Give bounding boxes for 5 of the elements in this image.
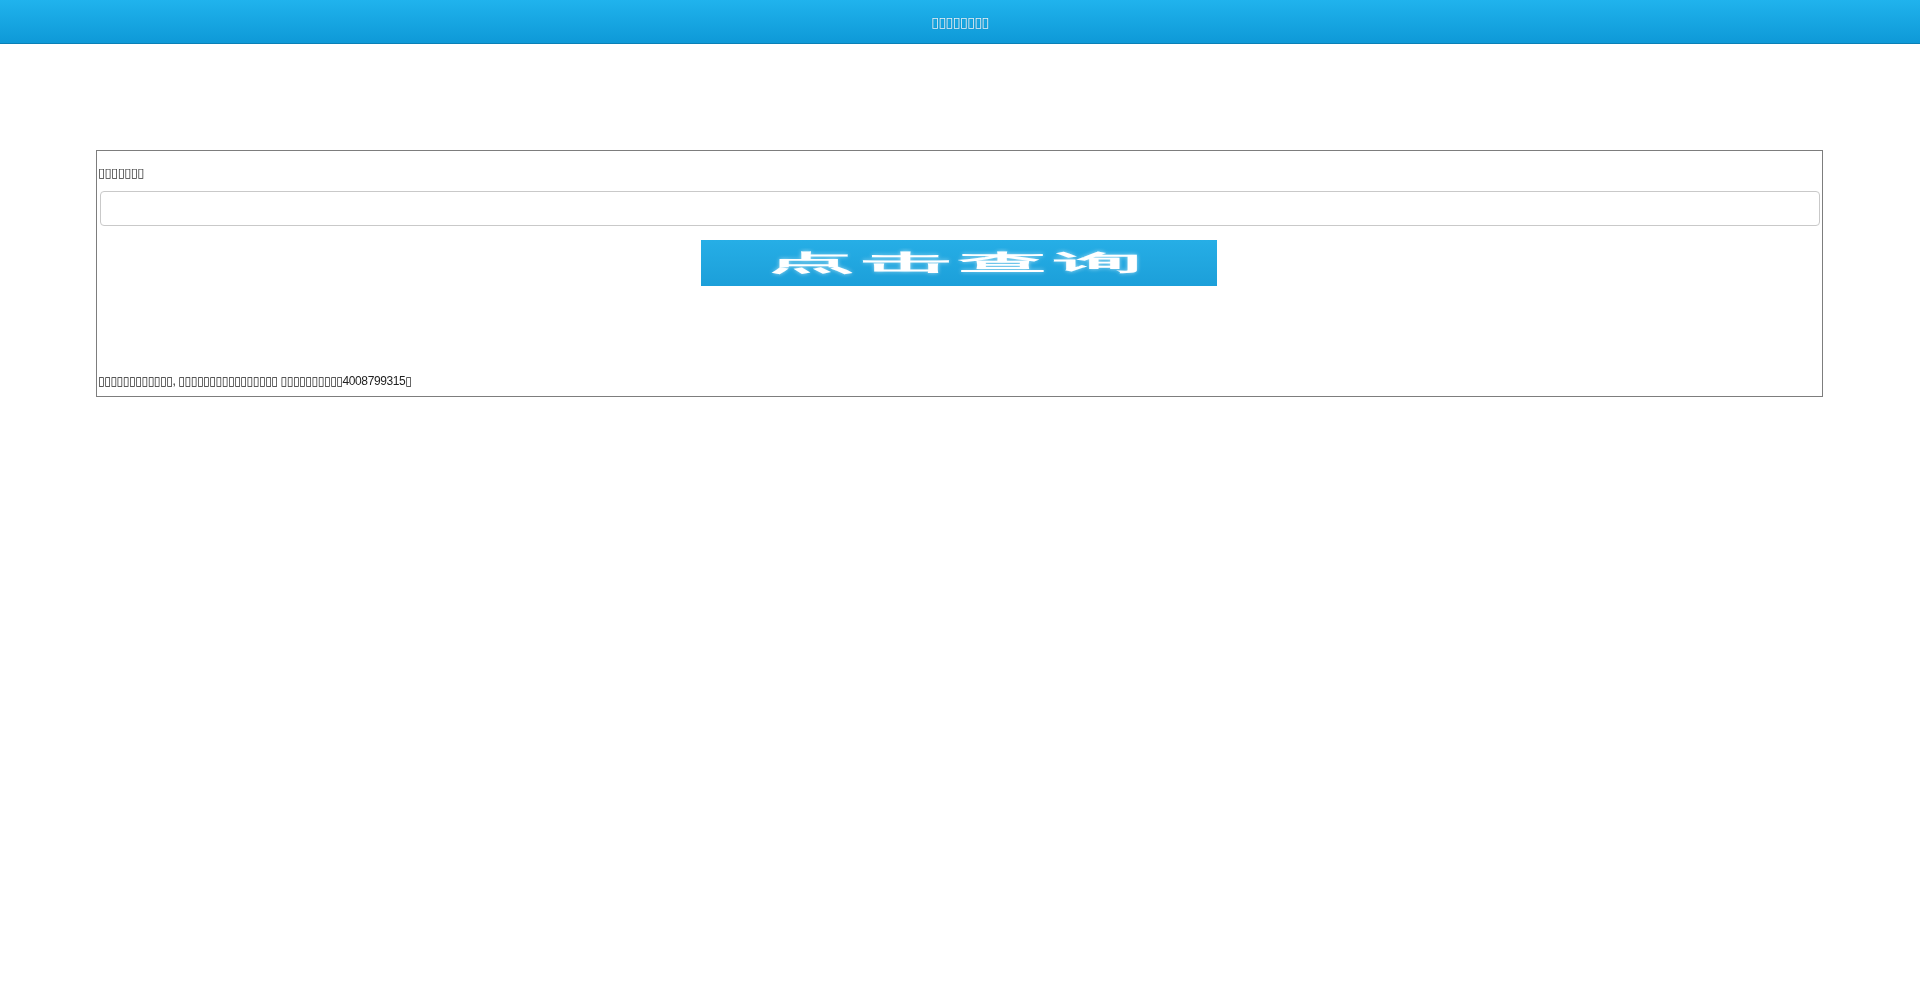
field-label: ▯▯▯▯▯▯▯	[98, 165, 145, 181]
contact-notice: ▯▯▯▯▯▯▯▯▯▯▯▯, ▯▯▯▯▯▯▯▯▯▯▯▯▯▯▯▯ ▯▯▯▯▯▯▯▯▯▯4008799315▯	[98, 374, 413, 388]
query-button[interactable]: 点击查询	[701, 240, 1217, 286]
page-title: ▯▯▯▯▯▯▯▯	[931, 13, 989, 30]
input-field[interactable]	[100, 191, 1820, 226]
